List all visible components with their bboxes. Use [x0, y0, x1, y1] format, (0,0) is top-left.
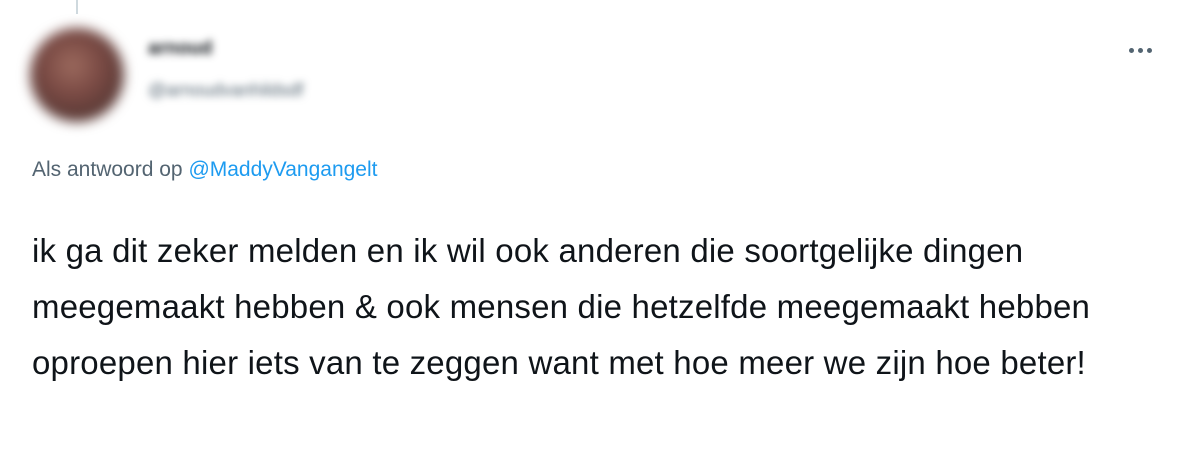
avatar[interactable] [30, 28, 124, 122]
more-options-button[interactable] [1122, 38, 1158, 62]
reply-mention-link[interactable]: @MaddyVangangelt [188, 158, 377, 181]
author-handle: @arnoudvanhildsdf [148, 80, 304, 100]
reply-context: Als antwoord op @MaddyVangangelt [32, 158, 378, 182]
more-horizontal-icon [1128, 47, 1152, 53]
tweet-text: ik ga dit zeker melden en ik wil ook and… [32, 232, 1091, 381]
thread-connector-line [76, 0, 78, 14]
reply-prefix: Als antwoord op [32, 158, 183, 181]
author-name[interactable]: arnoud [148, 38, 273, 60]
